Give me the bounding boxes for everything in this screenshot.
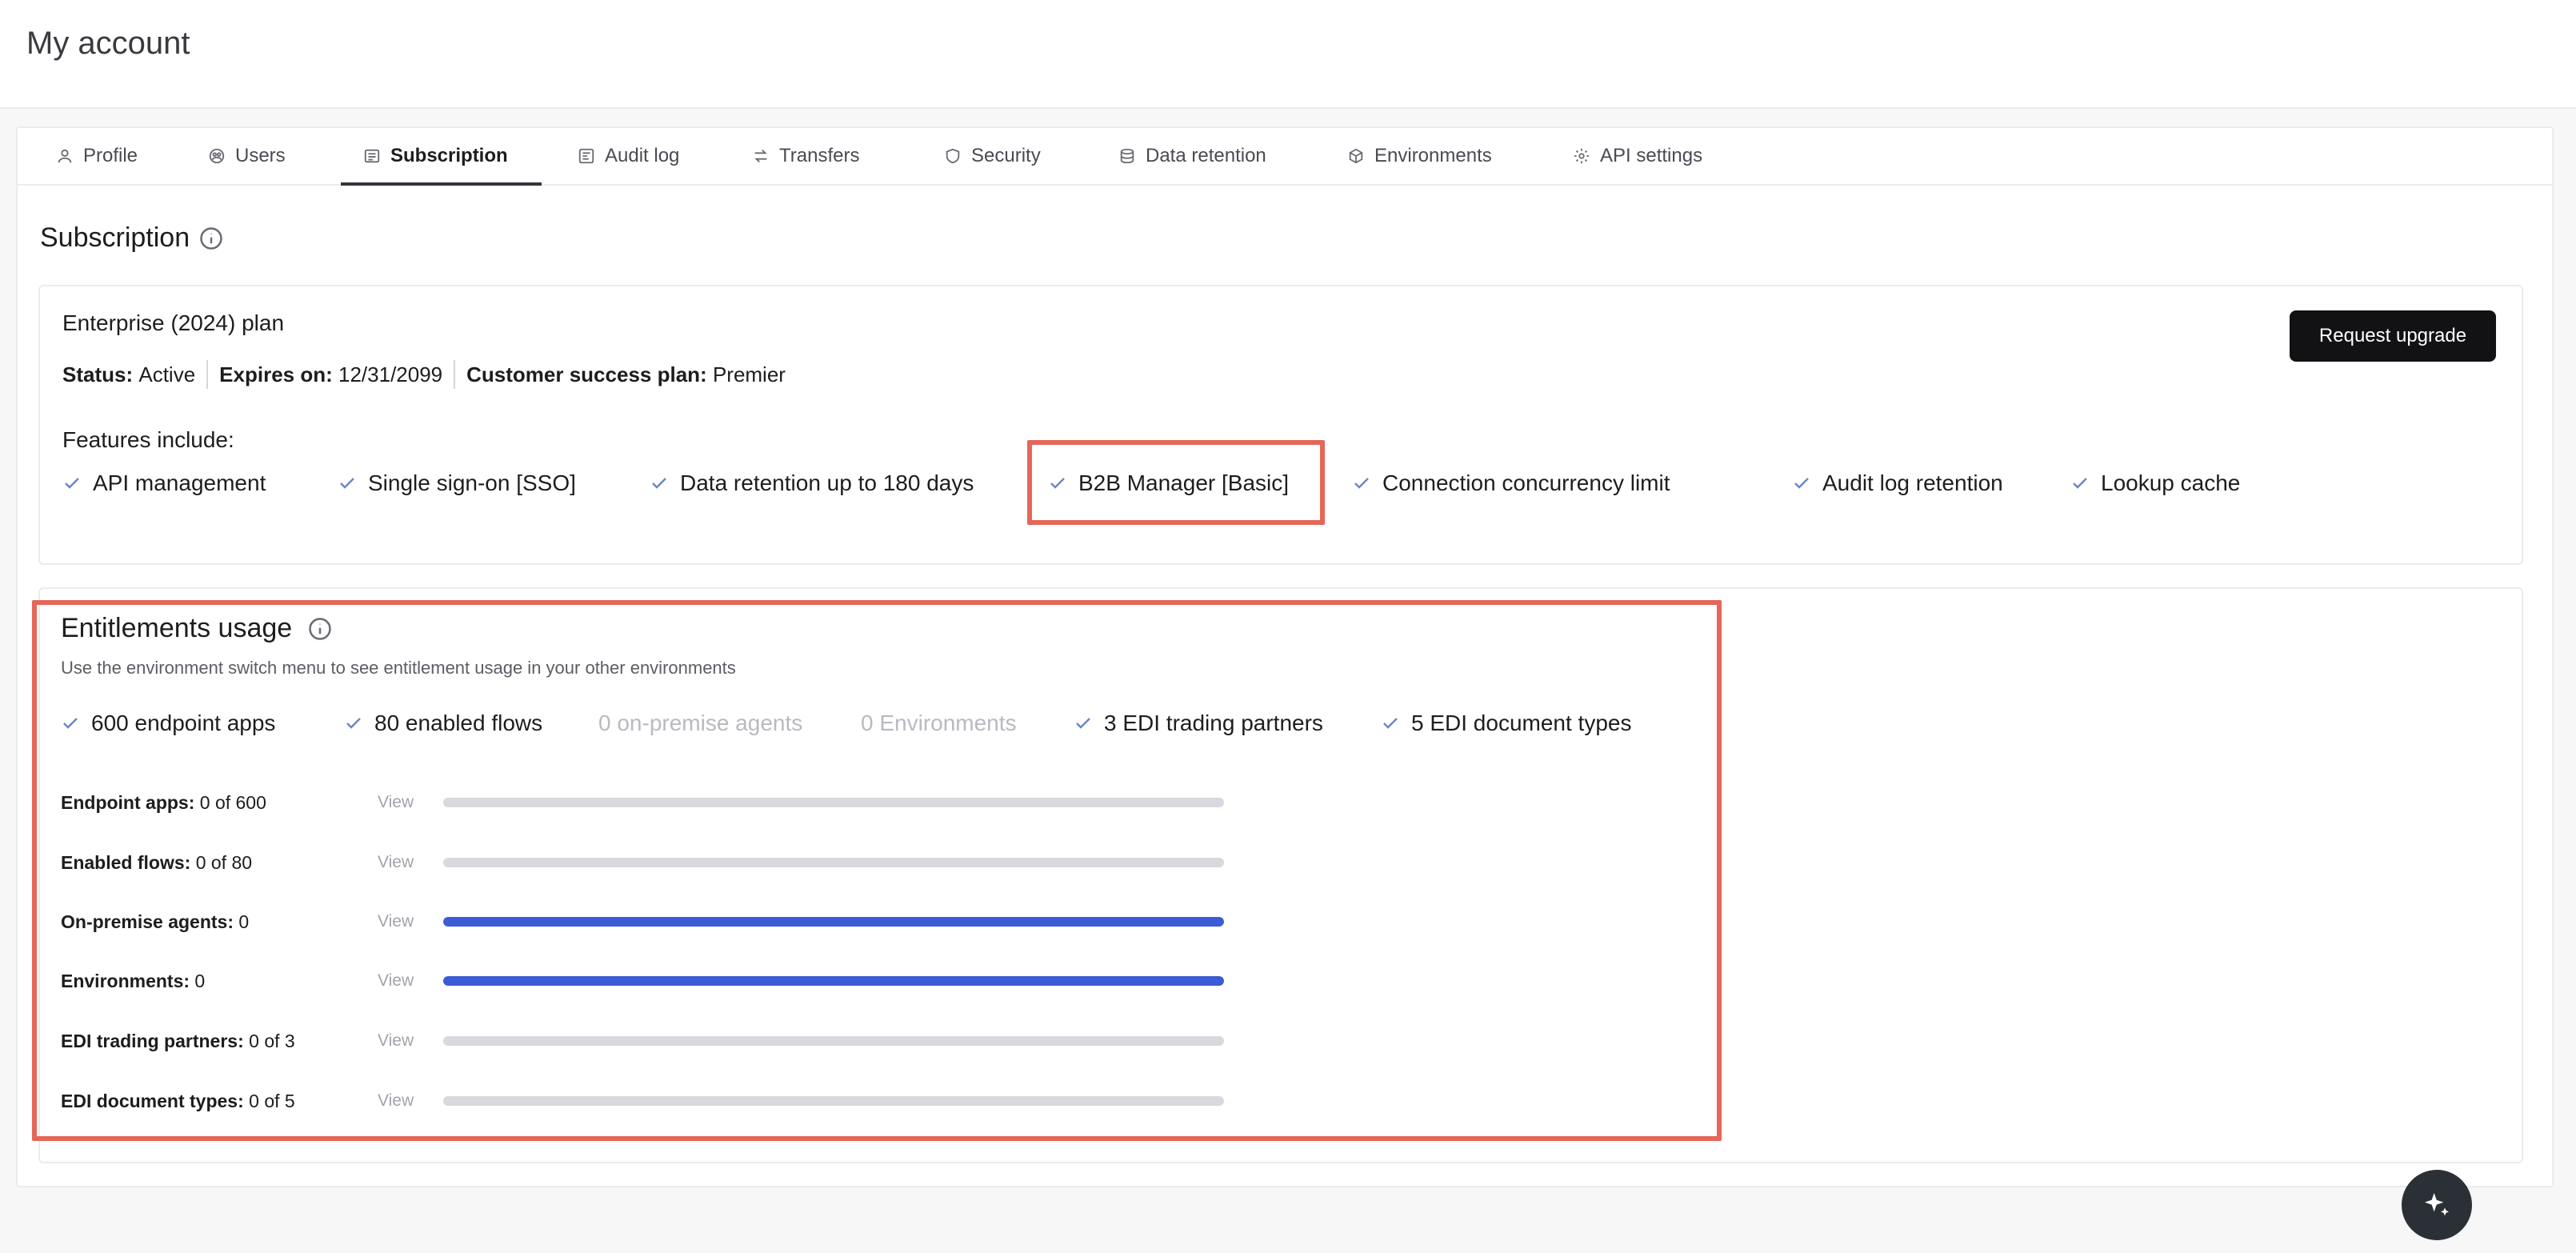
expires-label: Expires on: [219, 362, 333, 386]
tab-subscription[interactable]: Subscription [341, 128, 542, 186]
highlight-box-b2b [1027, 440, 1325, 525]
plan-status-row: Status: Active Expires on: 12/31/2099 Cu… [62, 360, 786, 389]
tab-label: Users [235, 145, 286, 166]
tab-label: Audit log [605, 145, 680, 166]
features-label: Features include: [62, 427, 234, 452]
info-icon[interactable] [199, 226, 223, 250]
tab-security[interactable]: Security [944, 128, 1041, 184]
check-icon [2070, 474, 2090, 493]
tab-label: Security [971, 145, 1041, 166]
tab-label: API settings [1600, 145, 1703, 166]
status-value: Active [138, 362, 196, 386]
feature-label: Audit log retention [1822, 470, 2003, 495]
tab-transfers[interactable]: Transfers [752, 128, 859, 184]
csp-value: Premier [712, 362, 786, 386]
feature-item: Data retention up to 180 days [650, 470, 974, 496]
tab-label: Data retention [1146, 145, 1266, 166]
feature-label: Lookup cache [2101, 470, 2241, 495]
feature-item: Connection concurrency limit [1352, 470, 1670, 496]
subscription-title: Subscription [40, 222, 190, 253]
plan-name: Enterprise (2024) plan [62, 310, 285, 335]
shield-icon [944, 147, 962, 165]
feature-label: Connection concurrency limit [1382, 470, 1670, 495]
audit-log-icon [578, 147, 595, 165]
section-title: Subscription [40, 222, 223, 254]
page-title: My account [26, 26, 190, 61]
check-icon [1792, 474, 1811, 493]
check-icon [650, 474, 669, 493]
feature-item: Single sign-on [SSO] [338, 470, 576, 496]
tab-profile[interactable]: Profile [56, 128, 138, 184]
divider [206, 360, 209, 389]
csp-label: Customer success plan: [466, 362, 707, 386]
tab-label: Profile [83, 145, 138, 166]
feature-item: Lookup cache [2070, 470, 2240, 496]
feature-label: Data retention up to 180 days [680, 470, 974, 495]
sparkle-icon [2425, 1193, 2449, 1216]
feature-item: Audit log retention [1792, 470, 2003, 496]
cube-icon [1347, 147, 1365, 165]
tab-users[interactable]: Users [208, 128, 286, 184]
divider [454, 360, 456, 389]
highlight-box-entitlements [32, 600, 1722, 1141]
feature-item: API management [62, 470, 266, 496]
check-icon [338, 474, 357, 493]
ai-assistant-button[interactable] [2402, 1170, 2472, 1240]
tab-data-retention[interactable]: Data retention [1118, 128, 1266, 184]
tab-api-settings[interactable]: API settings [1573, 128, 1702, 184]
users-icon [208, 147, 226, 165]
tab-environments[interactable]: Environments [1347, 128, 1492, 184]
header-bar: My account [0, 0, 2576, 109]
tab-bar: Profile Users Subscription Audit log Tra… [18, 128, 2552, 186]
request-upgrade-button[interactable]: Request upgrade [2290, 310, 2496, 362]
database-icon [1118, 147, 1136, 165]
tab-label: Transfers [779, 145, 860, 166]
transfers-icon [752, 147, 770, 165]
subscription-icon [363, 147, 381, 165]
check-icon [62, 474, 82, 493]
status-label: Status: [62, 362, 134, 386]
expires-value: 12/31/2099 [338, 362, 443, 386]
check-icon [1352, 474, 1371, 493]
gear-icon [1573, 147, 1590, 165]
tab-audit-log[interactable]: Audit log [578, 128, 679, 184]
feature-label: API management [93, 470, 266, 495]
user-icon [56, 147, 74, 165]
feature-label: Single sign-on [SSO] [368, 470, 576, 495]
tab-label: Subscription [390, 145, 508, 166]
tab-label: Environments [1374, 145, 1492, 166]
